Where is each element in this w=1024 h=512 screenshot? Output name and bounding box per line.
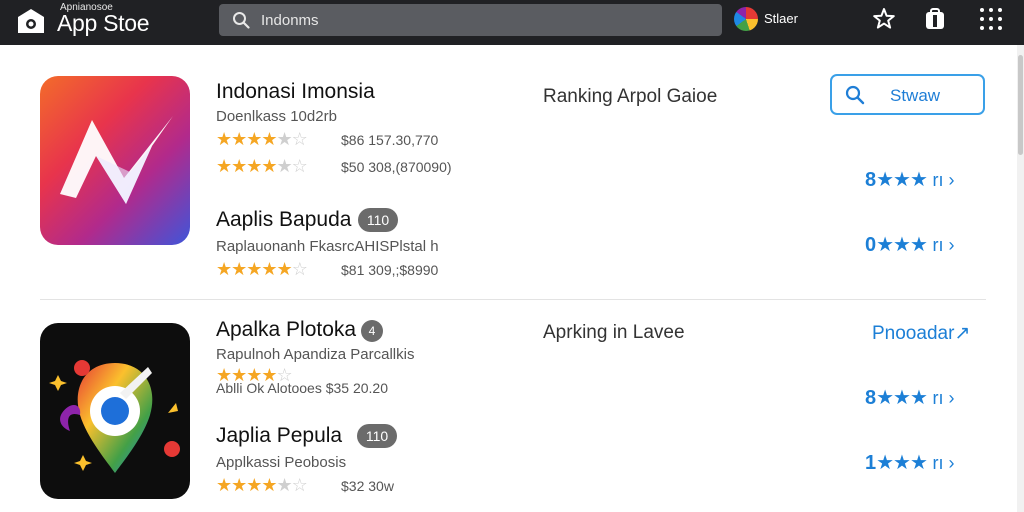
star-rating: ★★★★★☆ [216,156,308,176]
user-name[interactable]: Stlaer [764,11,798,26]
app-title[interactable]: Aaplis Bapuda [216,208,351,232]
star-rating: ★★★★★☆ [216,259,308,279]
star-rating: ★★★★★☆ [216,475,308,495]
app-meta: $32 30w [341,478,394,494]
rating-link[interactable]: 8★★★ rı › [865,168,987,192]
shopping-bag-icon[interactable] [922,6,948,32]
search-box[interactable] [219,4,722,36]
rating-lead: 8 [865,169,877,191]
app-title[interactable]: Japlia Pepula [216,424,342,448]
brand-title[interactable]: App Stoe [57,10,150,37]
rating-lead: 8 [865,387,877,409]
rating-tail: rı › [932,170,955,190]
download-link[interactable]: Pnooadar↗ [872,322,970,345]
rating-link[interactable]: 8★★★ rı › [865,386,987,410]
scroll-thumb[interactable] [1018,55,1023,155]
star-rating: ★★★★★☆ [216,129,308,149]
app-meta: $86 157.30,770 [341,132,439,148]
app-subtitle: Rapulnoh Apandiza Parcallkis [216,346,415,363]
rating-stars: ★★★ [876,234,928,256]
star-icon[interactable] [871,6,897,32]
scrollbar[interactable] [1017,45,1024,512]
app-subtitle: Raplauonanh FkasrcAHISPlstal h [216,238,439,255]
search-icon [845,85,865,105]
app-store-logo-icon[interactable] [15,7,47,37]
store-button-label: Stwaw [890,86,941,105]
map-pin-logo-icon [49,360,180,473]
app-subtitle: Doenlkass 10d2rb [216,108,337,125]
app-icon-apalka[interactable] [40,323,190,499]
grid-menu-icon[interactable] [978,6,1004,32]
rating-stars: ★★★ [876,169,928,191]
count-badge: 4 [361,320,383,342]
rating-link[interactable]: 0★★★ rı › [865,233,987,257]
rating-lead: 0 [865,234,877,256]
rating-stars: ★★★ [876,387,928,409]
rating-stars: ★★★ [876,452,928,474]
count-badge: 110 [357,424,397,448]
rating-lead: 1 [865,452,877,474]
avatar[interactable] [734,7,758,31]
divider [40,299,986,300]
app-meta: Ablli Ok Alotooes $35 20.20 [216,380,389,396]
rating-link[interactable]: 1★★★ rı › [865,451,987,475]
app-title[interactable]: Apalka Plotoka [216,318,356,342]
app-meta: $50 308,(870090) [341,159,452,175]
section-heading: Ranking Arpol Gaioe [543,86,718,107]
search-icon[interactable] [232,11,250,29]
app-subtitle: Applkassi Peobosis [216,454,347,471]
app-title[interactable]: Indonasi Imonsia [216,80,375,104]
rating-tail: rı › [932,235,955,255]
app-meta: $81 309,;$8990 [341,262,439,278]
count-badge: 110 [358,208,398,232]
rating-tail: rı › [932,388,955,408]
n-logo-icon [60,116,173,204]
rating-tail: rı › [932,453,955,473]
top-bar: Apnianosoe App Stoe Stlaer [0,0,1024,45]
search-input[interactable] [261,4,701,36]
store-button[interactable]: Stwaw [830,74,985,115]
app-icon-indonasi[interactable] [40,76,190,245]
section-heading: Aprking in Lavee [543,322,685,343]
